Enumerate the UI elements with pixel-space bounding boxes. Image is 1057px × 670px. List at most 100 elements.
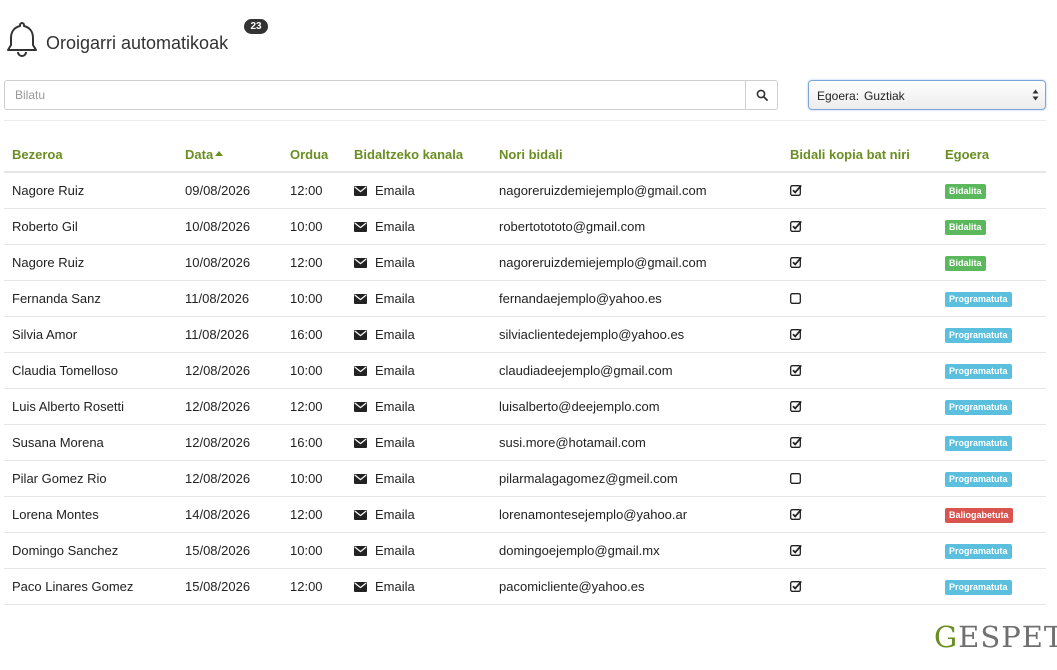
search-bar [4,80,778,110]
cell-copy [782,208,937,245]
column-header-copy[interactable]: Bidali kopia bat niri [782,137,937,173]
gespet-logo: GESPET [934,620,1057,654]
cell-status: Programatuta [937,352,1046,389]
checked-checkbox-icon[interactable] [790,508,802,520]
cell-date: 14/08/2026 [177,496,282,533]
cell-copy [782,388,937,425]
table-row[interactable]: Nagore Ruiz 09/08/2026 12:00 Emaila nagoreru… [4,172,1046,209]
table-row[interactable]: Fernanda Sanz 11/08/2026 10:00 Emaila fernan… [4,280,1046,317]
cell-recipient: pilarmalagagomez@gmeil.com [491,460,782,497]
table-row[interactable]: Silvia Amor 11/08/2026 16:00 Emaila silviacl… [4,316,1046,353]
cell-status: Programatuta [937,460,1046,497]
checked-checkbox-icon[interactable] [790,580,802,592]
cell-status: Programatuta [937,316,1046,353]
checked-checkbox-icon[interactable] [790,184,802,196]
cell-copy [782,172,937,209]
envelope-icon [354,294,367,304]
column-header-recipient[interactable]: Nori bidali [491,137,782,173]
checked-checkbox-icon[interactable] [790,544,802,556]
cell-time: 10:00 [282,532,346,569]
cell-status: Programatuta [937,388,1046,425]
checked-checkbox-icon[interactable] [790,364,802,376]
table-row[interactable]: Pilar Gomez Rio 12/08/2026 10:00 Emaila pila… [4,460,1046,497]
cell-client: Silvia Amor [4,316,177,353]
cell-time: 12:00 [282,388,346,425]
envelope-icon [354,186,367,196]
cell-date: 12/08/2026 [177,424,282,461]
channel-label: Emaila [375,435,415,450]
checked-checkbox-icon[interactable] [790,328,802,340]
cell-recipient: nagoreruizdemiejemplo@gmail.com [491,172,782,209]
checked-checkbox-icon[interactable] [790,436,802,448]
table-row[interactable]: Claudia Tomelloso 12/08/2026 10:00 Emaila cl… [4,352,1046,389]
table-row[interactable]: Roberto Gil 10/08/2026 10:00 Emaila robertot… [4,208,1046,245]
cell-channel: Emaila [346,460,491,497]
cell-recipient: nagoreruizdemiejemplo@gmail.com [491,244,782,281]
cell-time: 16:00 [282,424,346,461]
column-header-channel[interactable]: Bidaltzeko kanala [346,137,491,173]
cell-date: 11/08/2026 [177,280,282,317]
cell-status: Programatuta [937,280,1046,317]
cell-date: 11/08/2026 [177,316,282,353]
status-badge: Bidalita [945,256,986,271]
status-badge: Baliogabetuta [945,508,1013,523]
column-header-status[interactable]: Egoera [937,137,1046,173]
cell-date: 10/08/2026 [177,244,282,281]
status-badge: Programatuta [945,472,1012,487]
status-badge: Programatuta [945,364,1012,379]
cell-time: 12:00 [282,568,346,605]
column-header-time[interactable]: Ordua [282,137,346,173]
sort-ascending-icon [215,150,224,156]
search-button[interactable] [745,80,778,110]
table-row[interactable]: Susana Morena 12/08/2026 16:00 Emaila susi.m… [4,424,1046,461]
cell-client: Domingo Sanchez [4,532,177,569]
cell-channel: Emaila [346,280,491,317]
cell-copy [782,352,937,389]
reminder-count-badge: 23 [244,19,268,34]
table-row[interactable]: Nagore Ruiz 10/08/2026 12:00 Emaila nagoreru… [4,244,1046,281]
cell-date: 12/08/2026 [177,460,282,497]
cell-channel: Emaila [346,244,491,281]
cell-status: Bidalita [937,208,1046,245]
cell-channel: Emaila [346,568,491,605]
unchecked-checkbox-icon[interactable] [790,472,802,484]
checked-checkbox-icon[interactable] [790,400,802,412]
cell-channel: Emaila [346,532,491,569]
cell-client: Lorena Montes [4,496,177,533]
table-row[interactable]: Paco Linares Gomez 15/08/2026 12:00 Emaila p… [4,568,1046,605]
table-row[interactable]: Lorena Montes 14/08/2026 12:00 Emaila lorena… [4,496,1046,533]
column-header-client[interactable]: Bezeroa [4,137,177,173]
status-filter-label: Egoera: [817,89,860,103]
checked-checkbox-icon[interactable] [790,220,802,232]
cell-time: 10:00 [282,208,346,245]
channel-label: Emaila [375,219,415,234]
status-filter-select[interactable]: Egoera: Guztiak [808,80,1046,110]
search-icon [756,89,768,101]
unchecked-checkbox-icon[interactable] [790,292,802,304]
envelope-icon [354,438,367,448]
channel-label: Emaila [375,471,415,486]
column-header-date[interactable]: Data [177,137,282,173]
status-badge: Programatuta [945,292,1012,307]
cell-recipient: luisalberto@deejemplo.com [491,388,782,425]
select-arrows-icon [1032,89,1039,101]
cell-date: 15/08/2026 [177,532,282,569]
envelope-icon [354,258,367,268]
table-row[interactable]: Domingo Sanchez 15/08/2026 10:00 Emaila domi… [4,532,1046,569]
search-input[interactable] [4,80,746,110]
channel-label: Emaila [375,327,415,342]
cell-recipient: claudiadeejemplo@gmail.com [491,352,782,389]
cell-channel: Emaila [346,424,491,461]
table-row[interactable]: Luis Alberto Rosetti 12/08/2026 12:00 Email… [4,388,1046,425]
cell-time: 10:00 [282,352,346,389]
cell-copy [782,496,937,533]
cell-time: 12:00 [282,244,346,281]
cell-time: 10:00 [282,280,346,317]
checked-checkbox-icon[interactable] [790,256,802,268]
cell-recipient: pacomicliente@yahoo.es [491,568,782,605]
channel-label: Emaila [375,183,415,198]
cell-status: Programatuta [937,532,1046,569]
cell-client: Susana Morena [4,424,177,461]
cell-date: 12/08/2026 [177,388,282,425]
status-badge: Bidalita [945,220,986,235]
